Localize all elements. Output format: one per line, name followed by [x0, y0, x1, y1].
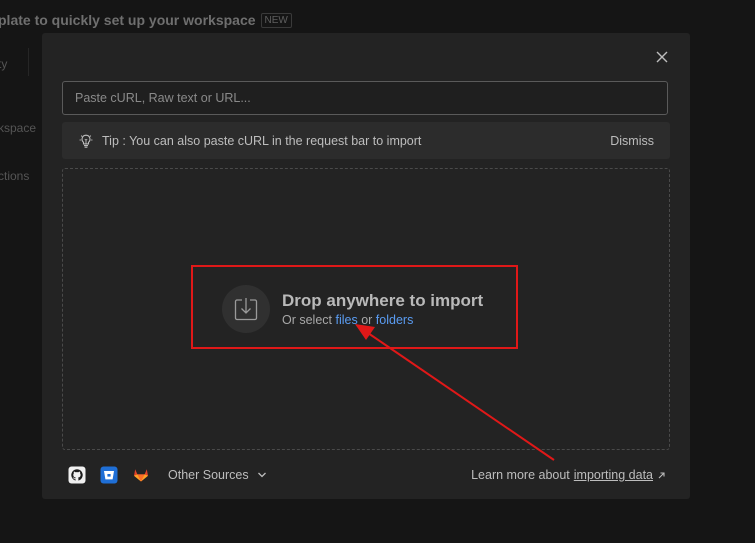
drop-zone[interactable]: Drop anywhere to import Or select files … — [62, 168, 670, 450]
folders-link[interactable]: folders — [376, 313, 414, 327]
drop-title: Drop anywhere to import — [282, 291, 484, 310]
drop-text-group: Drop anywhere to import Or select files … — [282, 291, 483, 327]
tip-text: Tip : You can also paste cURL in the req… — [102, 133, 422, 148]
gitlab-icon[interactable] — [132, 466, 150, 484]
close-button[interactable] — [652, 47, 672, 67]
tip-banner: Tip : You can also paste cURL in the req… — [62, 122, 670, 159]
external-link-icon — [658, 471, 665, 478]
or-text: or — [357, 313, 376, 327]
dismiss-button[interactable]: Dismiss — [610, 134, 654, 148]
other-sources-dropdown[interactable]: Other Sources — [168, 468, 267, 482]
bitbucket-icon[interactable] — [100, 466, 118, 484]
learn-more: Learn more about importing data — [471, 468, 666, 482]
background-item: ctions — [0, 169, 30, 183]
learn-prefix: Learn more about — [471, 468, 570, 482]
other-sources-label: Other Sources — [168, 468, 249, 482]
background-title-text: plate to quickly set up your workspace — [0, 12, 256, 28]
drop-prefix: Or select — [282, 313, 336, 327]
new-badge: NEW — [260, 12, 292, 28]
drop-prompt: Drop anywhere to import Or select files … — [222, 285, 483, 333]
background-page-title: plate to quickly set up your workspace N… — [0, 12, 292, 28]
github-icon[interactable] — [68, 466, 86, 484]
import-modal: Tip : You can also paste cURL in the req… — [42, 33, 690, 499]
paste-input[interactable] — [62, 81, 668, 115]
background-divider — [28, 48, 29, 76]
importing-data-link[interactable]: importing data — [574, 468, 653, 482]
files-link[interactable]: files — [336, 313, 358, 327]
import-icon — [222, 285, 270, 333]
modal-footer: Other Sources Learn more about importing… — [68, 464, 666, 486]
background-item: kspace — [0, 121, 37, 135]
background-item: ty — [0, 57, 8, 71]
lightbulb-icon — [78, 133, 94, 149]
chevron-down-icon — [257, 472, 266, 478]
drop-subtitle: Or select files or folders — [282, 313, 483, 327]
close-icon — [656, 51, 668, 63]
